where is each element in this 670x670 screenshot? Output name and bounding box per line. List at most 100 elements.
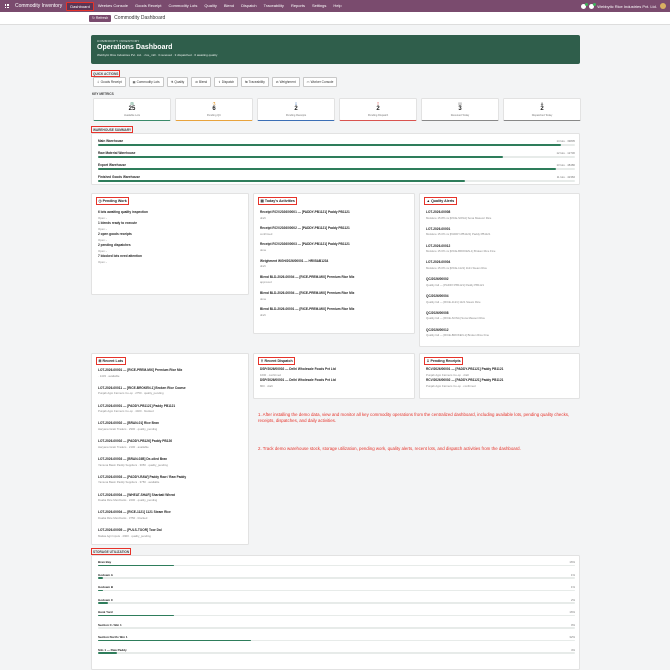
kpi-label: Pending Receipts <box>285 114 307 117</box>
recent-dispatch-card: ⇪ Recent Dispatch DSP/2026/00002 — Delhi … <box>253 353 415 399</box>
item-subtitle: Punjab Agro Farmers Co-op · 2750 · quali… <box>98 391 164 396</box>
menu-item-quality[interactable]: Quality <box>201 2 219 11</box>
list-item[interactable]: Blend BLD-2026-00001 — [RICE-PREM-MIX] P… <box>260 307 410 317</box>
blend-button[interactable]: ⚖ Blend <box>191 77 212 87</box>
list-item[interactable]: Receipt RCV/2026/00003 — [PADDY-PB1121] … <box>260 242 410 252</box>
card-title: ⊞ Recent Lots <box>96 357 126 365</box>
item-title: Receipt RCV/2026/00003 — [PADDY-PB1121] … <box>260 242 350 247</box>
activity-icon[interactable] <box>589 2 597 9</box>
kpi-label: Available Lots <box>123 114 141 117</box>
list-item[interactable]: LOT-2026-00002 — [BRAN-01] Rice Bran Hary… <box>98 421 248 431</box>
list-item[interactable]: RCV/2026/00002 — [PADDY-PB1121] Paddy PB… <box>426 378 576 388</box>
item-title: LOT-2026-00001 <box>426 226 451 231</box>
list-item[interactable]: DSP/2026/00002 — Delhi Wholesale Foods P… <box>260 367 410 377</box>
quality-button[interactable]: ⚗ Quality <box>166 77 189 87</box>
list-item[interactable]: LOT-2026-00005 — [PULS-TOOR] Toor Dal Mal… <box>98 528 248 538</box>
apps-menu-icon[interactable] <box>5 3 10 9</box>
list-item[interactable]: QC/2026/00008 Quality fail — [RICE-SONA] … <box>426 311 576 321</box>
list-item[interactable]: 6 lots awaiting quality inspection Open › <box>98 210 248 220</box>
item-subtitle: Quality fail — [RICE-1121] 1121 Steam Ri… <box>426 299 481 304</box>
menu-item-weekes-console[interactable]: Weekes Console <box>95 2 131 11</box>
warehouse-bar <box>98 156 575 158</box>
list-item[interactable]: LOT-2026-00001 — [PADDY-PB1121] Paddy PB… <box>98 404 248 414</box>
list-item[interactable]: LOT-2026-00004 Moisture 15.0% vs [RICE-11… <box>426 260 576 270</box>
kpi-card[interactable]: ⚗ 6 Pending QC <box>175 98 253 121</box>
item-subtitle: Malwa Agri Inputs · 2900 · quality_pendi… <box>98 533 151 538</box>
warehouse-name: Finished Goods Warehouse <box>98 175 141 179</box>
menu-item-goods-receipt[interactable]: Goods Receipt <box>132 2 164 11</box>
traceability-button[interactable]: ⇆ Traceability <box>241 77 269 87</box>
item-subtitle: Doaba Rice Merchants · 2200 · quality_pe… <box>98 498 158 503</box>
kpi-card[interactable]: ⊞ 25 Available Lots <box>93 98 171 121</box>
list-item[interactable]: DSP/2026/00001 — Delhi Wholesale Foods P… <box>260 378 410 388</box>
menu-item-dispatch[interactable]: Dispatch <box>238 2 260 11</box>
control-panel: ↻ Refresh Commodity Dashboard <box>0 12 670 25</box>
card-title-text: Recent Lots <box>102 358 124 363</box>
list-item[interactable]: Weighment WGH/2026/00001 — HR05AB1234 dra… <box>260 259 410 269</box>
list-item[interactable]: QC/2026/00004 Quality fail — [RICE-1121] … <box>426 294 576 304</box>
refresh-button[interactable]: ↻ Refresh <box>89 14 112 22</box>
list-item[interactable]: Blend BLD-2026-00004 — [RICE-PREM-MIX] P… <box>260 275 410 285</box>
kpi-value: 2 <box>294 106 298 112</box>
quick-actions-bar: ⇩ Goods Receipt ▦ Commodity Lots ⚗ Quality… <box>93 77 338 87</box>
kpi-value: 3 <box>458 106 462 112</box>
item-subtitle: Moisture 15.0% vs [RICE-1121] 1121 Steam… <box>426 265 487 270</box>
list-item[interactable]: Blend BLD-2026-00004 — [RICE-PREM-MIX] P… <box>260 291 410 301</box>
list-item[interactable]: LOT-2026-00011 — [RICE-BROKEN-1] Broken … <box>98 386 248 396</box>
list-item[interactable]: Receipt RCV/2026/00001 — [PADDY-PB1121] … <box>260 210 410 220</box>
list-item[interactable]: LOT-2026-00001 — [RICE-PREM-MIX] Premium… <box>98 368 248 378</box>
list-item[interactable]: 1 blends ready to execute Open › <box>98 221 248 231</box>
dispatch-button[interactable]: ⇪ Dispatch <box>214 77 239 87</box>
list-item[interactable]: RCV/2026/00001 — [PADDY-PB1121] Paddy PB… <box>426 367 576 377</box>
kpi-card[interactable]: ▤ 3 Received Today <box>421 98 499 121</box>
menu-item-settings[interactable]: Settings <box>309 2 329 11</box>
list-item[interactable]: LOT-2026-00002 — [PADDY-PB126] Paddy PB1… <box>98 439 248 449</box>
list-item[interactable]: LOT-2026-00008 Moisture 15.8% vs [RICE-SO… <box>426 210 576 220</box>
list-item[interactable]: LOT-2026-00003 — [PADDY-RAW] Paddy Raw /… <box>98 475 248 485</box>
key-metrics-label: KEY METRICS <box>92 91 114 96</box>
warehouse-bar-fill <box>98 156 504 158</box>
menu-item-blend[interactable]: Blend <box>221 2 237 11</box>
traceability-label: Traceability <box>248 80 265 84</box>
kpi-card[interactable]: ♟ 2 Dispatched Today <box>503 98 581 121</box>
kpi-card[interactable]: ⇪ 2 Pending Dispatch <box>339 98 417 121</box>
app-brand[interactable]: Commodity Inventory <box>15 3 62 9</box>
menu-item-commodity-lots[interactable]: Commodity Lots <box>165 2 200 11</box>
menu-item-traceability[interactable]: Traceability <box>261 2 287 11</box>
list-item[interactable]: LOT-2026-00003 — [BRAN-03B] De-oiled Bra… <box>98 457 248 467</box>
menu-item-help[interactable]: Help <box>330 2 344 11</box>
storage-name: Godown C <box>98 597 113 602</box>
list-item[interactable]: Receipt RCV/2026/00002 — [PADDY-PB1121] … <box>260 226 410 236</box>
goods-receipt-label: Goods Receipt <box>100 80 122 84</box>
avatar[interactable] <box>660 3 666 9</box>
menu-item-dashboard[interactable]: Dashboard <box>66 1 94 11</box>
item-subtitle: Doaba Rice Merchants · 3750 · blocked <box>98 515 148 520</box>
storage-pct: 2% <box>570 597 575 602</box>
list-item[interactable]: LOT-2026-00012 Moisture 15.6% vs [RICE-BR… <box>426 244 576 254</box>
list-item[interactable]: QC/2026/00012 Quality fail — [RICE-BROKEN… <box>426 328 576 338</box>
item-subtitle: Moisture 15.6% vs [RICE-BROKEN-1] Broken… <box>426 249 496 254</box>
list-item[interactable]: QC/2026/00002 Quality fail — [PADDY-PB112… <box>426 277 576 287</box>
list-item[interactable]: LOT-2026-00004 — [WHEAT-SHAR] Sharbati W… <box>98 493 248 503</box>
chat-icon[interactable] <box>581 2 589 9</box>
card-title: ⇩ Pending Receipts <box>424 357 464 365</box>
commodity-lots-button[interactable]: ▦ Commodity Lots <box>128 77 164 87</box>
goods-receipt-button[interactable]: ⇩ Goods Receipt <box>93 77 126 87</box>
item-subtitle: Punjab Agro Farmers Co-op · confirmed <box>426 383 476 388</box>
item-subtitle: Moisture 15.0% vs [PADDY-PB1121] Paddy P… <box>426 232 491 237</box>
list-item[interactable]: 2 open goods receipts Open › <box>98 232 248 242</box>
weighment-button[interactable]: ⚖ Weighment <box>271 77 300 87</box>
menu-item-reports[interactable]: Reports <box>288 2 308 11</box>
card-title: ⇪ Recent Dispatch <box>258 357 296 365</box>
list-item[interactable]: LOT-2026-00001 Moisture 15.0% vs [PADDY-P… <box>426 227 576 237</box>
storage-bar <box>98 627 575 629</box>
warehouse-bar <box>98 168 575 170</box>
worker-console-button[interactable]: ▭ Worker Console <box>302 77 338 87</box>
kpi-card[interactable]: ⇩ 2 Pending Receipts <box>257 98 335 121</box>
card-title: ▤ Today's Activities <box>258 197 298 205</box>
company-switcher[interactable]: Webbytic Rice Industries Pvt. Ltd. <box>597 4 657 9</box>
item-subtitle: · 1433 · available <box>98 373 120 378</box>
list-item[interactable]: LOT-2026-00004 — [RICE-1121] 1121 Steam … <box>98 510 248 520</box>
list-item[interactable]: 2 pending dispatches Open › <box>98 243 248 253</box>
list-item[interactable]: 7 blocked lots need attention Open › <box>98 254 248 264</box>
